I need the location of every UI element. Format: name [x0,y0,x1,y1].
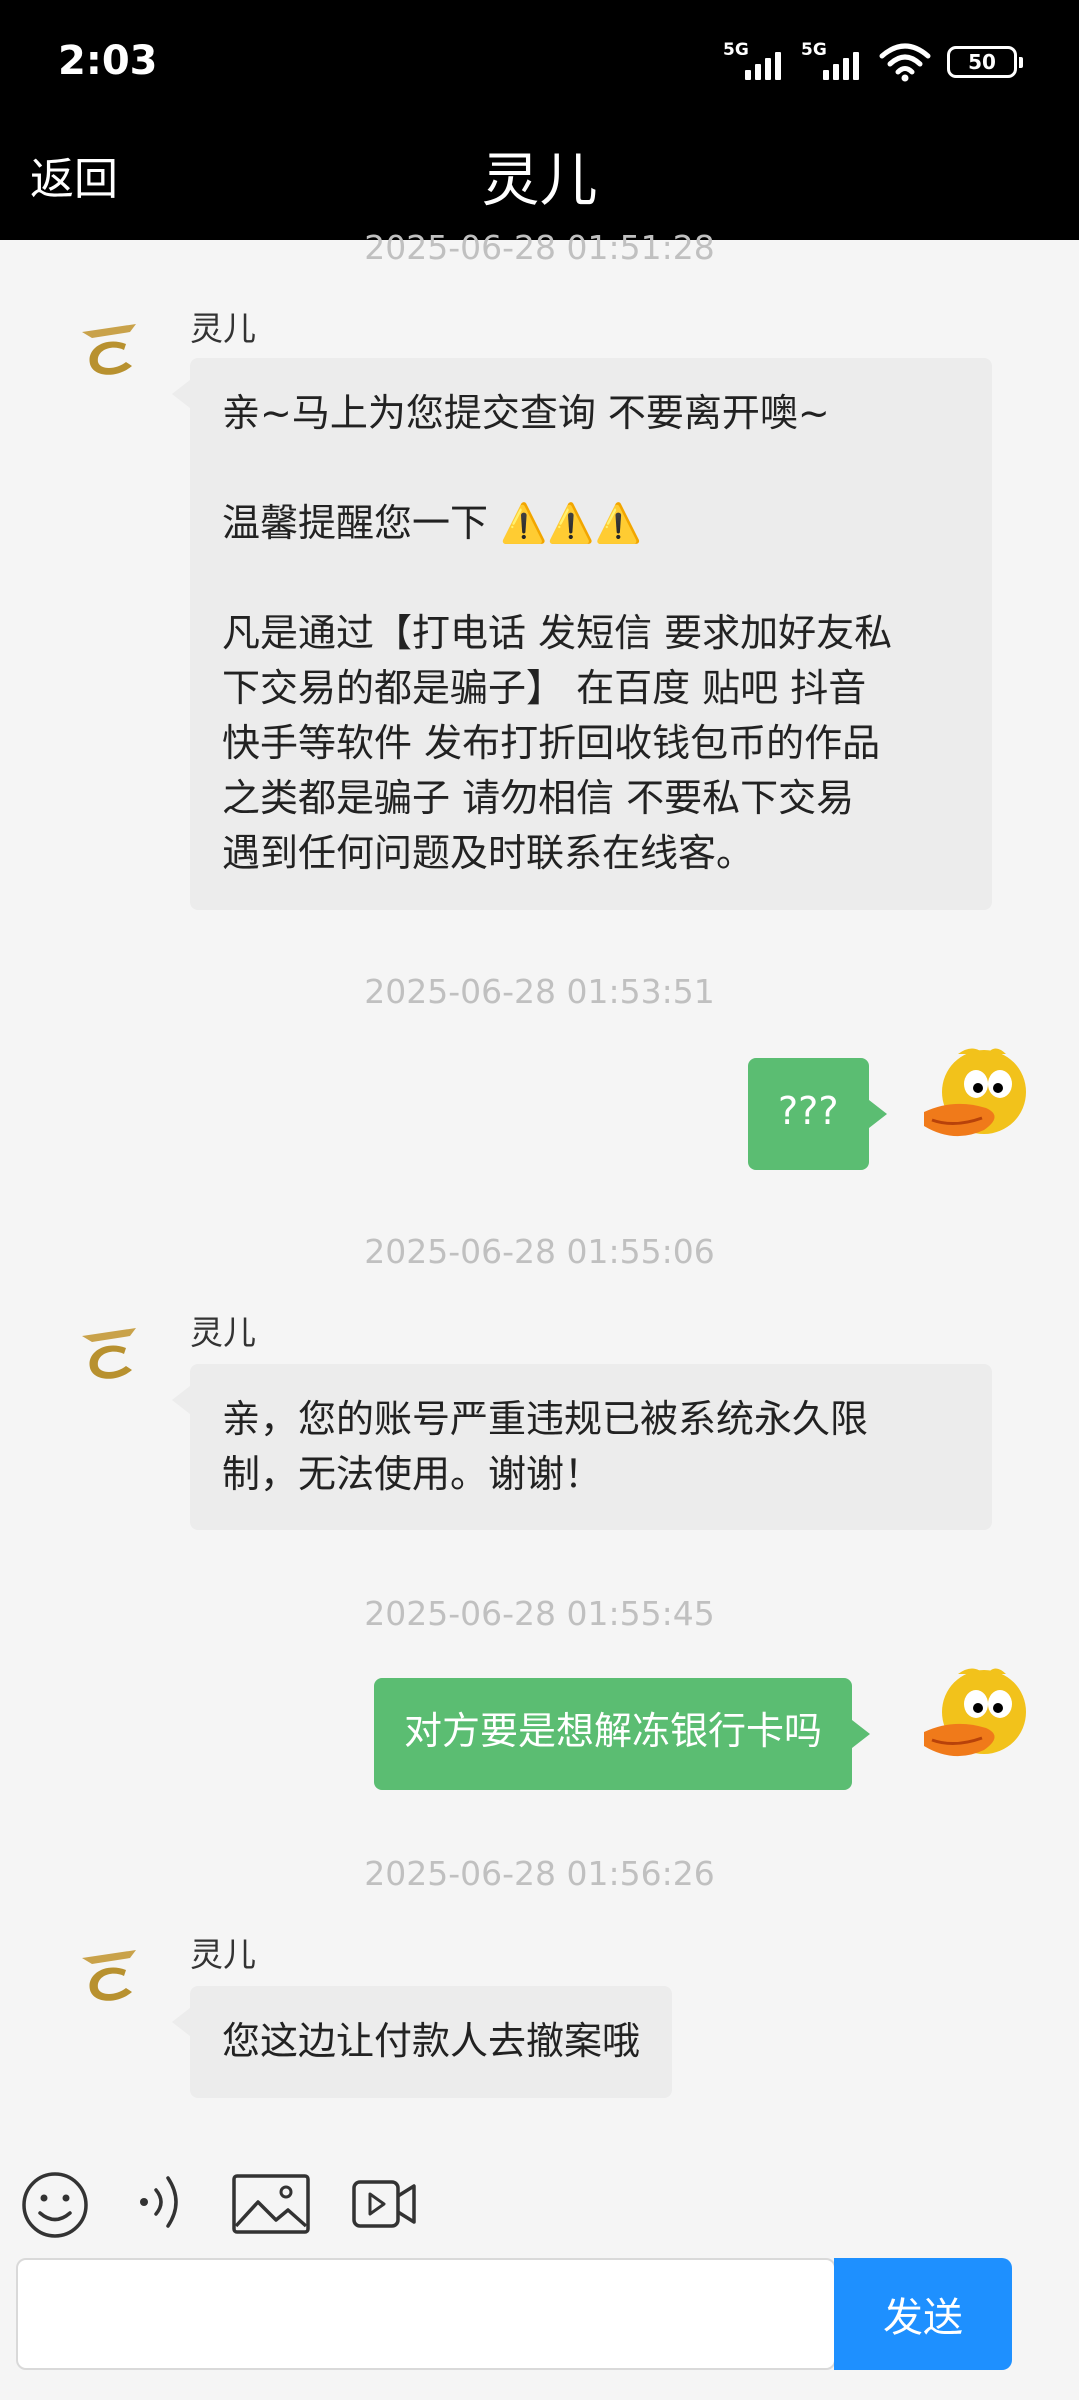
outgoing-message: 对方要是想解冻银行卡吗 [374,1678,871,1790]
timestamp: 2025-06-28 01:56:26 [364,1854,715,1893]
sender-name: 灵儿 [190,1935,256,1974]
timestamp: 2025-06-28 01:53:51 [364,972,715,1011]
send-button[interactable]: 发送 [834,2258,1012,2370]
status-bar: 2:03 5G 5G 50 [0,0,1079,128]
sender-name: 灵儿 [190,309,256,348]
status-time: 2:03 [58,38,158,84]
image-icon[interactable] [232,2174,310,2234]
timestamp: 2025-06-28 01:55:45 [364,1594,715,1633]
emoji-icon[interactable] [20,2170,90,2240]
chat-title: 灵儿 [481,146,598,214]
timestamp: 2025-06-28 01:51:28 [364,228,715,267]
timestamp: 2025-06-28 01:55:06 [364,1232,715,1271]
voice-icon[interactable] [134,2170,186,2234]
status-icons: 5G 5G 50 [723,40,1023,84]
agent-avatar [82,324,136,375]
incoming-message: 您这边让付款人去撤案哦 [171,1986,673,2098]
outgoing-message: ??? [748,1058,886,1170]
incoming-message: 亲，您的账号严重违规已被系统永久限 制，无法使用。谢谢！ [172,1364,992,1530]
battery-level: 50 [968,50,996,74]
user-avatar [924,1048,1026,1137]
battery-icon: 50 [947,46,1023,78]
chat-header: 返回 灵儿 [0,128,1079,240]
agent-avatar [82,1328,136,1379]
agent-avatar [82,1950,136,2001]
wifi-icon [879,43,931,82]
signal-icon: 5G [723,40,785,82]
sender-name: 灵儿 [190,1313,256,1352]
user-avatar [924,1668,1026,1757]
incoming-message: 亲~马上为您提交查询 不要离开噢~ 温馨提醒您一下 ⚠️⚠️⚠️ 凡是通过【打电… [172,358,992,910]
signal-icon: 5G [801,40,863,82]
message-input[interactable] [16,2258,836,2370]
video-icon[interactable] [352,2178,416,2230]
